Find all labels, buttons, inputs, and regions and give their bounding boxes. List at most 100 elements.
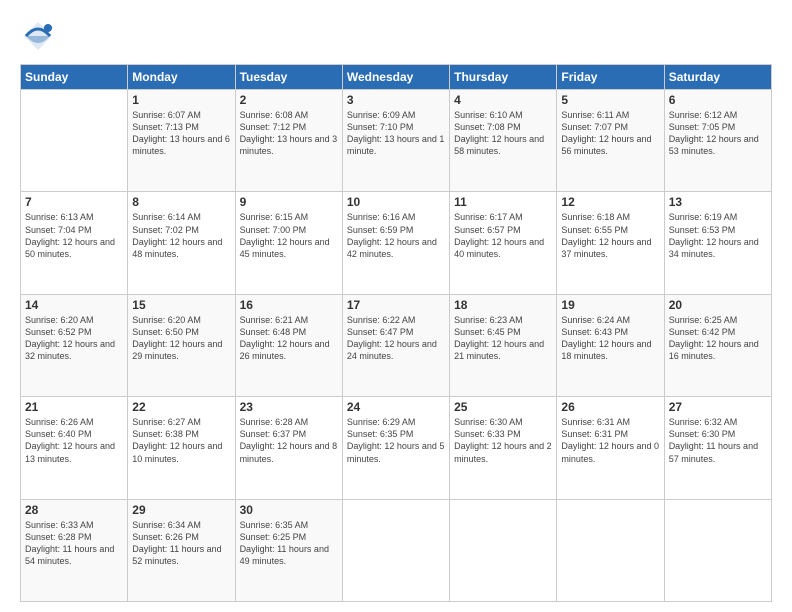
calendar-cell: 9 Sunrise: 6:15 AMSunset: 7:00 PMDaylight… (235, 192, 342, 294)
calendar-cell: 26 Sunrise: 6:31 AMSunset: 6:31 PMDayligh… (557, 397, 664, 499)
day-info: Sunrise: 6:35 AMSunset: 6:25 PMDaylight:… (240, 519, 338, 568)
calendar-cell (342, 499, 449, 601)
calendar-cell: 3 Sunrise: 6:09 AMSunset: 7:10 PMDaylight… (342, 90, 449, 192)
calendar-cell (450, 499, 557, 601)
header (20, 18, 772, 54)
calendar-cell (21, 90, 128, 192)
day-info: Sunrise: 6:17 AMSunset: 6:57 PMDaylight:… (454, 211, 552, 260)
calendar-cell: 6Sunrise: 6:12 AMSunset: 7:05 PMDaylight… (664, 90, 771, 192)
day-info: Sunrise: 6:09 AMSunset: 7:10 PMDaylight:… (347, 109, 445, 158)
calendar-header-monday: Monday (128, 65, 235, 90)
day-info: Sunrise: 6:16 AMSunset: 6:59 PMDaylight:… (347, 211, 445, 260)
day-info: Sunrise: 6:08 AMSunset: 7:12 PMDaylight:… (240, 109, 338, 158)
day-number: 19 (561, 298, 659, 312)
calendar-cell (664, 499, 771, 601)
calendar-cell: 14Sunrise: 6:20 AMSunset: 6:52 PMDayligh… (21, 294, 128, 396)
day-number: 4 (454, 93, 552, 107)
calendar-cell: 2 Sunrise: 6:08 AMSunset: 7:12 PMDaylight… (235, 90, 342, 192)
page: SundayMondayTuesdayWednesdayThursdayFrid… (0, 0, 792, 612)
day-number: 9 (240, 195, 338, 209)
day-number: 23 (240, 400, 338, 414)
day-info: Sunrise: 6:25 AMSunset: 6:42 PMDaylight:… (669, 314, 767, 363)
day-number: 28 (25, 503, 123, 517)
day-number: 12 (561, 195, 659, 209)
day-number: 1 (132, 93, 230, 107)
logo-icon (20, 18, 56, 54)
day-number: 22 (132, 400, 230, 414)
calendar-cell: 12 Sunrise: 6:18 AMSunset: 6:55 PMDayligh… (557, 192, 664, 294)
day-number: 2 (240, 93, 338, 107)
week-row-5: 28 Sunrise: 6:33 AMSunset: 6:28 PMDayligh… (21, 499, 772, 601)
day-info: Sunrise: 6:12 AMSunset: 7:05 PMDaylight:… (669, 109, 767, 158)
day-number: 5 (561, 93, 659, 107)
calendar-cell: 20 Sunrise: 6:25 AMSunset: 6:42 PMDayligh… (664, 294, 771, 396)
day-info: Sunrise: 6:22 AMSunset: 6:47 PMDaylight:… (347, 314, 445, 363)
day-info: Sunrise: 6:20 AMSunset: 6:50 PMDaylight:… (132, 314, 230, 363)
day-info: Sunrise: 6:14 AMSunset: 7:02 PMDaylight:… (132, 211, 230, 260)
day-info: Sunrise: 6:15 AMSunset: 7:00 PMDaylight:… (240, 211, 338, 260)
calendar-cell: 18 Sunrise: 6:23 AMSunset: 6:45 PMDayligh… (450, 294, 557, 396)
calendar-cell: 15Sunrise: 6:20 AMSunset: 6:50 PMDayligh… (128, 294, 235, 396)
day-number: 20 (669, 298, 767, 312)
calendar-header-tuesday: Tuesday (235, 65, 342, 90)
calendar-table: SundayMondayTuesdayWednesdayThursdayFrid… (20, 64, 772, 602)
calendar-header-sunday: Sunday (21, 65, 128, 90)
day-info: Sunrise: 6:34 AMSunset: 6:26 PMDaylight:… (132, 519, 230, 568)
day-info: Sunrise: 6:29 AMSunset: 6:35 PMDaylight:… (347, 416, 445, 465)
day-number: 26 (561, 400, 659, 414)
day-number: 11 (454, 195, 552, 209)
calendar-cell: 7 Sunrise: 6:13 AMSunset: 7:04 PMDaylight… (21, 192, 128, 294)
day-info: Sunrise: 6:28 AMSunset: 6:37 PMDaylight:… (240, 416, 338, 465)
day-info: Sunrise: 6:13 AMSunset: 7:04 PMDaylight:… (25, 211, 123, 260)
day-info: Sunrise: 6:32 AMSunset: 6:30 PMDaylight:… (669, 416, 767, 465)
calendar-cell (557, 499, 664, 601)
calendar-cell: 23 Sunrise: 6:28 AMSunset: 6:37 PMDayligh… (235, 397, 342, 499)
day-number: 25 (454, 400, 552, 414)
calendar-cell: 8 Sunrise: 6:14 AMSunset: 7:02 PMDaylight… (128, 192, 235, 294)
calendar-cell: 30Sunrise: 6:35 AMSunset: 6:25 PMDayligh… (235, 499, 342, 601)
calendar-cell: 27 Sunrise: 6:32 AMSunset: 6:30 PMDayligh… (664, 397, 771, 499)
day-info: Sunrise: 6:11 AMSunset: 7:07 PMDaylight:… (561, 109, 659, 158)
calendar-cell: 13 Sunrise: 6:19 AMSunset: 6:53 PMDayligh… (664, 192, 771, 294)
calendar-cell: 25 Sunrise: 6:30 AMSunset: 6:33 PMDayligh… (450, 397, 557, 499)
calendar-header-friday: Friday (557, 65, 664, 90)
day-number: 29 (132, 503, 230, 517)
day-info: Sunrise: 6:26 AMSunset: 6:40 PMDaylight:… (25, 416, 123, 465)
calendar-header-row: SundayMondayTuesdayWednesdayThursdayFrid… (21, 65, 772, 90)
day-number: 16 (240, 298, 338, 312)
day-info: Sunrise: 6:19 AMSunset: 6:53 PMDaylight:… (669, 211, 767, 260)
calendar-cell: 29 Sunrise: 6:34 AMSunset: 6:26 PMDayligh… (128, 499, 235, 601)
day-number: 8 (132, 195, 230, 209)
day-number: 17 (347, 298, 445, 312)
day-info: Sunrise: 6:23 AMSunset: 6:45 PMDaylight:… (454, 314, 552, 363)
calendar-header-wednesday: Wednesday (342, 65, 449, 90)
day-number: 18 (454, 298, 552, 312)
calendar-cell: 28 Sunrise: 6:33 AMSunset: 6:28 PMDayligh… (21, 499, 128, 601)
week-row-3: 14Sunrise: 6:20 AMSunset: 6:52 PMDayligh… (21, 294, 772, 396)
day-info: Sunrise: 6:30 AMSunset: 6:33 PMDaylight:… (454, 416, 552, 465)
day-info: Sunrise: 6:24 AMSunset: 6:43 PMDaylight:… (561, 314, 659, 363)
calendar-cell: 22 Sunrise: 6:27 AMSunset: 6:38 PMDayligh… (128, 397, 235, 499)
logo (20, 18, 62, 54)
calendar-cell: 21 Sunrise: 6:26 AMSunset: 6:40 PMDayligh… (21, 397, 128, 499)
calendar-cell: 24 Sunrise: 6:29 AMSunset: 6:35 PMDayligh… (342, 397, 449, 499)
calendar-cell: 10Sunrise: 6:16 AMSunset: 6:59 PMDayligh… (342, 192, 449, 294)
day-info: Sunrise: 6:21 AMSunset: 6:48 PMDaylight:… (240, 314, 338, 363)
day-number: 7 (25, 195, 123, 209)
day-number: 21 (25, 400, 123, 414)
day-info: Sunrise: 6:20 AMSunset: 6:52 PMDaylight:… (25, 314, 123, 363)
calendar-cell: 5 Sunrise: 6:11 AMSunset: 7:07 PMDaylight… (557, 90, 664, 192)
day-number: 24 (347, 400, 445, 414)
calendar-cell: 4 Sunrise: 6:10 AMSunset: 7:08 PMDaylight… (450, 90, 557, 192)
week-row-1: 1Sunrise: 6:07 AMSunset: 7:13 PMDaylight… (21, 90, 772, 192)
day-number: 13 (669, 195, 767, 209)
day-info: Sunrise: 6:31 AMSunset: 6:31 PMDaylight:… (561, 416, 659, 465)
day-info: Sunrise: 6:27 AMSunset: 6:38 PMDaylight:… (132, 416, 230, 465)
calendar-header-saturday: Saturday (664, 65, 771, 90)
day-info: Sunrise: 6:10 AMSunset: 7:08 PMDaylight:… (454, 109, 552, 158)
day-number: 27 (669, 400, 767, 414)
day-number: 3 (347, 93, 445, 107)
day-info: Sunrise: 6:18 AMSunset: 6:55 PMDaylight:… (561, 211, 659, 260)
calendar-cell: 11 Sunrise: 6:17 AMSunset: 6:57 PMDayligh… (450, 192, 557, 294)
day-info: Sunrise: 6:33 AMSunset: 6:28 PMDaylight:… (25, 519, 123, 568)
